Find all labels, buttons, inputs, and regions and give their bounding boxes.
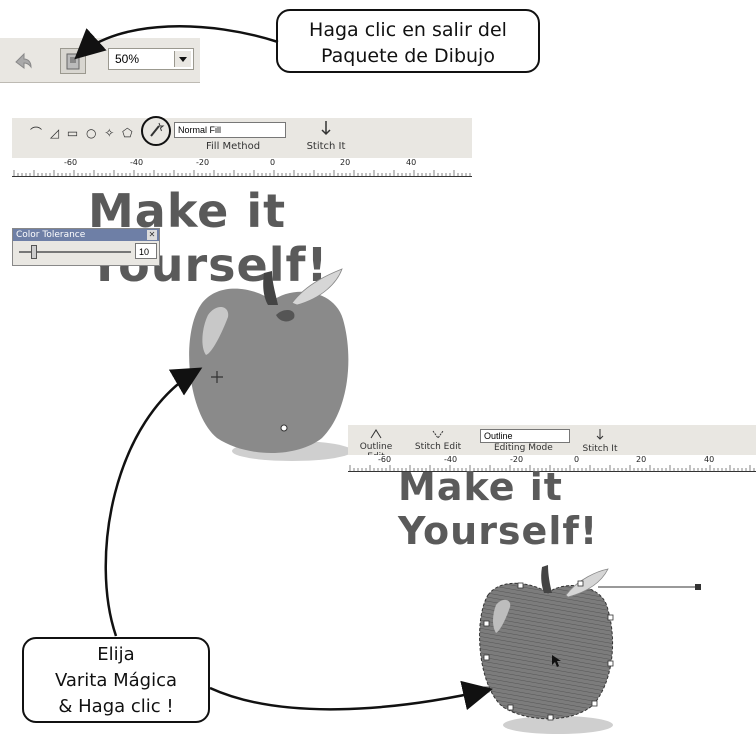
- ruler-label: -60: [378, 455, 392, 464]
- fill-method-select[interactable]: Normal Fill: [174, 122, 286, 138]
- fill-method-label: Fill Method: [206, 141, 261, 152]
- stitch-it-button[interactable]: Stitch It: [580, 429, 620, 454]
- stitch-edit-button[interactable]: Stitch Edit: [414, 429, 462, 452]
- exit-draw-icon: [66, 53, 80, 70]
- ruler-label: -20: [510, 455, 524, 464]
- ruler-label: -40: [130, 158, 144, 167]
- mini-toolbar: 50%: [0, 38, 200, 83]
- editing-mode-label: Editing Mode: [494, 443, 553, 453]
- apple-artwork-selected[interactable]: [468, 565, 718, 735]
- ruler-label: 0: [270, 158, 276, 167]
- tolerance-value-field[interactable]: 10: [135, 243, 157, 259]
- editing-mode-value: Outline: [484, 431, 513, 441]
- callout-wand-line3: & Haga clic !: [58, 696, 174, 717]
- stitch-it-label: Stitch It: [306, 141, 346, 152]
- ruler-label: -20: [196, 158, 210, 167]
- stitch-icon: [596, 429, 604, 440]
- magic-wand-icon[interactable]: [143, 118, 169, 144]
- outline-edit-icon: [370, 429, 382, 439]
- tolerance-slider-thumb[interactable]: [31, 245, 37, 259]
- magic-wand-highlight: [141, 116, 171, 146]
- edit-toolbar: Outline Edit Stitch Edit Outline Editing…: [348, 425, 756, 462]
- horizontal-ruler: -60 -40 -20 0 20 40: [12, 158, 472, 177]
- stitch-it-label: Stitch It: [582, 444, 618, 454]
- ruler-label: 20: [340, 158, 351, 167]
- callout-wand-line2: Varita Mágica: [54, 670, 178, 691]
- ruler-label: 40: [704, 455, 715, 464]
- close-icon[interactable]: ✕: [147, 230, 157, 240]
- undo-icon[interactable]: [12, 50, 34, 72]
- stitch-edit-label: Stitch Edit: [414, 442, 462, 452]
- dropdown-arrow-icon: [174, 51, 191, 67]
- draw-toolbar: ⌒ ◿ ▭ ○ ✧ ⬠ Normal Fill Fill Method Stit…: [12, 116, 472, 159]
- draw-screen-edit: Outline Edit Stitch Edit Outline Editing…: [348, 425, 756, 743]
- draw-screen-fill: ⌒ ◿ ▭ ○ ✧ ⬠ Normal Fill Fill Method Stit…: [12, 116, 472, 463]
- callout-wand: Elija Varita Mágica & Haga clic !: [22, 637, 210, 723]
- stitch-icon: [321, 121, 331, 136]
- stitch-it-button[interactable]: Stitch It: [302, 120, 350, 154]
- zoom-select[interactable]: 50%: [108, 48, 194, 70]
- ruler-label: 0: [574, 455, 580, 464]
- callout-wand-line1: Elija: [97, 644, 135, 665]
- exit-draw-button[interactable]: [60, 48, 86, 74]
- ruler-label: -40: [444, 455, 458, 464]
- canvas-title-text: Make it Yourself!: [398, 465, 599, 553]
- editing-mode-select[interactable]: Outline: [480, 429, 570, 443]
- ruler-label: 40: [406, 158, 417, 167]
- callout-exit-line2: Paquete de Dibujo: [321, 45, 495, 67]
- stitch-edit-icon: [432, 430, 444, 439]
- apple-artwork[interactable]: [172, 263, 362, 463]
- callout-exit-line1: Haga clic en salir del: [309, 19, 507, 41]
- callout-exit: Haga clic en salir del Paquete de Dibujo: [276, 9, 540, 73]
- ruler-label: 20: [636, 455, 647, 464]
- ruler-label: -60: [64, 158, 78, 167]
- fill-method-value: Normal Fill: [178, 125, 222, 135]
- zoom-value: 50%: [115, 52, 140, 66]
- color-tolerance-panel: Color Tolerance ✕ 10: [12, 228, 160, 266]
- color-tolerance-title: Color Tolerance: [13, 229, 159, 241]
